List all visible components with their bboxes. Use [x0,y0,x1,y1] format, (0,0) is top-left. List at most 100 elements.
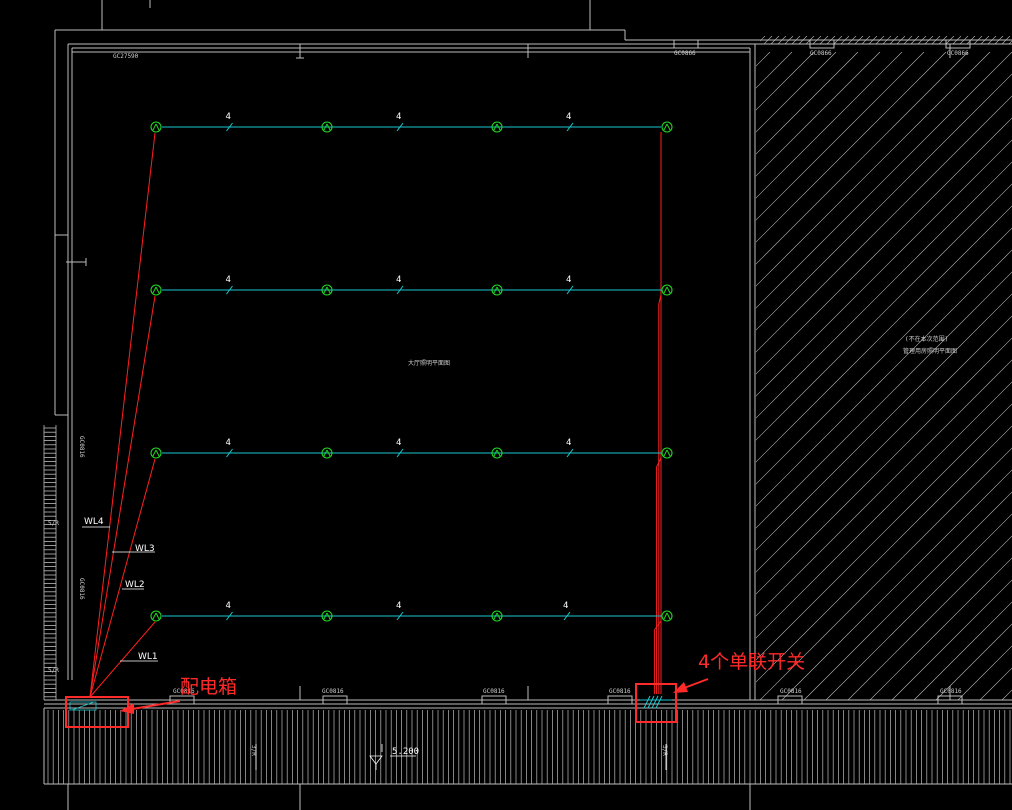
lamp-symbol-icon [150,121,162,133]
tick-count: 4 [563,601,568,611]
tick-count: 4 [566,112,571,122]
tick-count: 4 [396,275,401,285]
hatch-line [756,52,881,177]
hatch-line [756,52,1012,309]
lamp-stroke [152,286,157,294]
tick-count: 4 [566,275,571,285]
branch-wires [162,126,661,617]
tick-count: 4 [396,601,401,611]
lamp-ring [150,284,162,296]
hatch-line [756,205,1012,463]
lamp-stroke [663,286,668,294]
window-tag: GC0816 [78,436,85,458]
light-fixtures [150,121,673,622]
circuit-labels: WL4 WL3 WL2 WL1 [82,517,158,662]
hatch-line [756,293,1012,551]
hatch-line [756,161,1012,419]
window-tag: GC0866 [810,50,832,57]
lamp-stroke [152,123,157,131]
out-of-scope-hatch [78,52,1012,700]
hatch-line [756,337,1012,595]
hatch-line [1001,689,1012,700]
level-mark: 5.200 [392,747,419,757]
hatch-line [957,645,1012,700]
lamp-stroke [666,123,671,131]
right-room-note: (不在本次范围) [905,335,948,343]
drawing-notes: GC27590 GC0866 GC0866 GC0866 大厅照明平面图 (不在… [48,50,969,770]
window-tag: GC0816 [609,688,631,695]
lamp-stroke [152,449,157,457]
conductor-ticks: 4 4 4 4 4 4 4 4 4 4 4 4 [226,112,574,621]
feeder-wires [89,132,662,698]
hatch-line [756,52,815,111]
lamp-ring [661,121,673,133]
lamp-stroke [663,612,668,620]
lamp-stroke [155,123,160,131]
hatch-line [756,117,1012,375]
hatch-line [756,52,903,199]
circuit-label-wl3: WL3 [135,544,155,554]
window-tag: GC0816 [322,688,344,695]
hatch-line [756,52,793,89]
room-note: 大厅照明平面图 [408,359,450,367]
hatch-line [756,52,991,287]
hatch-line [78,52,726,700]
window-tag: GC0816 [780,688,802,695]
hatch-line [100,52,748,700]
window-tag: GC27590 [113,53,139,60]
distribution-box-icon [69,701,97,711]
hatch-line [913,601,1012,700]
feeder-wire [89,132,156,698]
lamp-ring [661,447,673,459]
circuit-label-wl1: WL1 [138,652,158,662]
hatch-line [756,95,1012,353]
annotation-switches: 4个单联开关 [698,651,805,673]
lamp-symbol-icon [150,284,162,296]
hatch-line [756,52,925,221]
lamp-symbol-icon [150,447,162,459]
lighting-floor-plan: 4 4 4 4 4 4 4 4 4 4 4 4 WL4 WL3 WL2 WL1 GC27590 GC0… [43,0,1012,810]
exterior-railing-hatch [47,710,1011,784]
lamp-symbol-icon [150,610,162,622]
hatch-line [869,557,1012,700]
switch-bank-icon [640,695,672,709]
hatch-line [756,52,969,265]
hatch-line [756,139,1012,397]
lamp-symbol-icon [661,610,673,622]
lamp-stroke [152,612,157,620]
window-tag: GC0816 [78,578,85,600]
tick-count: 4 [226,601,231,611]
hatch-line [756,381,1012,639]
panel-highlight-box [65,696,129,728]
hatch-line [756,52,771,67]
hatch-line [756,183,1012,441]
tick-count: 4 [226,438,231,448]
hatch-line [825,513,1012,700]
tick-count: 4 [226,275,231,285]
hatch-line [781,469,1012,700]
lamp-stroke [666,286,671,294]
annotation-panel: 配电箱 [180,676,237,698]
hatch-line [756,425,1012,683]
circuit-label-wl2: WL2 [125,580,145,590]
lamp-ring [661,284,673,296]
lamp-ring [661,610,673,622]
window-tag: GC0816 [940,688,962,695]
stair-tag: 5/R [48,667,59,674]
lamp-symbol-icon [661,284,673,296]
circuit-label-wl4: WL4 [84,517,104,527]
hatch-line [756,52,837,133]
lamp-symbol-icon [661,121,673,133]
lamp-stroke [155,612,160,620]
window-tag: GC0816 [483,688,505,695]
window-tag: GC0866 [674,50,696,57]
stair-treads [43,425,57,700]
hatch-line [756,73,1012,331]
lamp-ring [150,610,162,622]
window-symbols [169,39,971,705]
right-room-note: 管理用房照明平面图 [903,347,957,355]
switch-highlight-box [635,683,677,723]
lamp-stroke [663,123,668,131]
lamp-symbol-icon [661,447,673,459]
lamp-ring [150,447,162,459]
